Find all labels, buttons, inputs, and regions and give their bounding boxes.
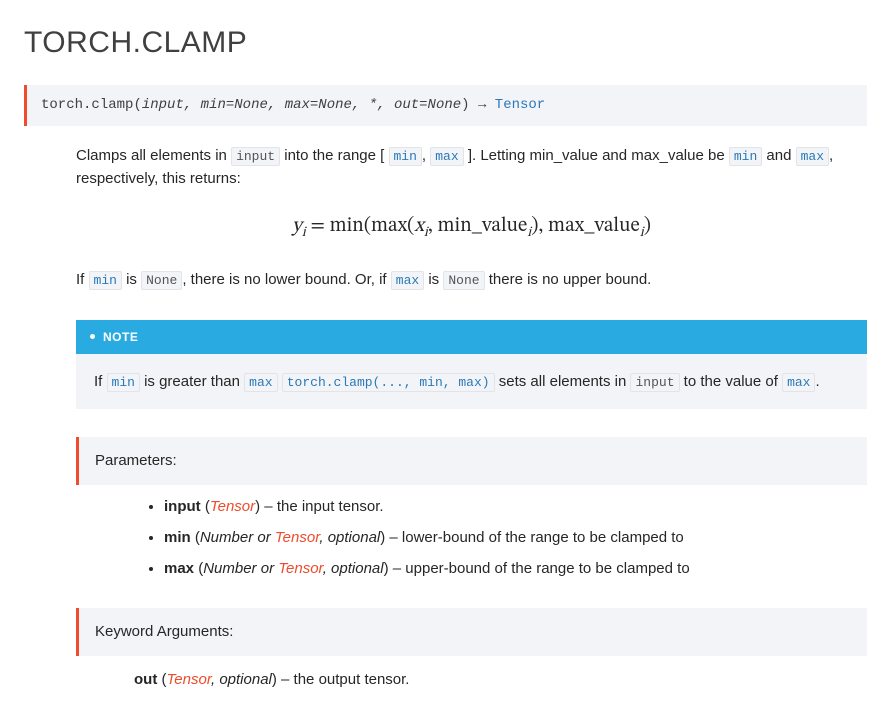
sig-arg-input: input	[142, 97, 184, 113]
param-item-input: input (Tensor) – the input tensor.	[164, 495, 867, 518]
kwargs-label: Keyword Arguments:	[95, 623, 233, 640]
sig-arg-min: min=None	[201, 97, 268, 113]
text: , there is no lower bound. Or, if	[182, 271, 390, 288]
sig-star: *	[369, 97, 377, 113]
paren: (	[191, 529, 200, 546]
param-name: out	[134, 671, 157, 688]
paren: (	[201, 498, 210, 515]
sig-paren-close: )	[461, 97, 469, 113]
paren: (	[157, 671, 166, 688]
param-type-text: , optional	[323, 560, 384, 577]
param-desc: – upper-bound of the range to be clamped…	[389, 560, 690, 577]
text: into the range	[280, 147, 380, 164]
range-lb: [	[380, 147, 388, 164]
param-type-text: Number or	[200, 529, 275, 546]
formula-eq: = min(max(	[306, 216, 415, 236]
paren: (	[194, 560, 203, 577]
parameters-label: Parameters:	[95, 452, 177, 469]
sig-func: clamp	[91, 97, 133, 113]
formula-y: y	[292, 216, 302, 236]
range-comma: ,	[422, 147, 430, 164]
sig-sep: ,	[377, 97, 394, 113]
sig-sep: ,	[268, 97, 285, 113]
text: sets all elements in	[495, 373, 631, 390]
bullet-icon	[90, 334, 95, 339]
code-min: min	[89, 271, 122, 290]
code-min: min	[107, 373, 140, 392]
param-type-text: , optional	[211, 671, 272, 688]
formula-close: )	[644, 216, 651, 236]
param-type-link[interactable]: Tensor	[210, 498, 255, 515]
code-max: max	[796, 147, 829, 166]
page-title: TORCH.CLAMP	[24, 20, 867, 67]
text: there is no upper bound.	[485, 271, 652, 288]
function-signature: torch.clamp(input, min=None, max=None, *…	[24, 85, 867, 127]
code-none: None	[141, 271, 182, 290]
note-label: NOTE	[103, 328, 138, 347]
param-name: min	[164, 529, 191, 546]
text: If	[94, 373, 107, 390]
param-desc: – the output tensor.	[277, 671, 410, 688]
sig-return-type-link[interactable]: Tensor	[495, 97, 545, 113]
code-max: max	[391, 271, 424, 290]
param-desc: – lower-bound of the range to be clamped…	[385, 529, 684, 546]
sig-paren-open: (	[133, 97, 141, 113]
text: . Letting min_value and max_value be	[472, 147, 729, 164]
code-max: max	[430, 147, 463, 166]
param-item-min: min (Number or Tensor, optional) – lower…	[164, 526, 867, 549]
param-type-link[interactable]: Tensor	[278, 560, 322, 577]
parameters-header: Parameters:	[76, 437, 867, 484]
code-max: max	[244, 373, 277, 392]
formula-maxval: ), max_value	[531, 216, 639, 236]
code-input: input	[231, 147, 280, 166]
sig-arrow: →	[470, 97, 495, 113]
code-max: max	[782, 373, 815, 392]
code-min: min	[389, 147, 422, 166]
sig-sep: ,	[184, 97, 201, 113]
text: .	[815, 373, 819, 390]
text: is greater than	[140, 373, 244, 390]
formula-minval: , min_value	[428, 216, 527, 236]
code-none: None	[443, 271, 484, 290]
param-type-text: , optional	[319, 529, 380, 546]
sig-module: torch.	[41, 97, 91, 113]
kwargs-header: Keyword Arguments:	[76, 608, 867, 655]
param-type-link[interactable]: Tensor	[167, 671, 211, 688]
text: Clamps all elements in	[76, 147, 231, 164]
param-desc: – the input tensor.	[260, 498, 383, 515]
text: is	[424, 271, 443, 288]
note-body: If min is greater than max torch.clamp(.…	[76, 354, 867, 409]
param-name: max	[164, 560, 194, 577]
code-min: min	[729, 147, 762, 166]
text: and	[762, 147, 795, 164]
formula-x: x	[414, 216, 424, 236]
math-formula: yi = min(max(xi, min_valuei), max_valuei…	[76, 211, 867, 245]
note-header: NOTE	[76, 320, 867, 355]
code-input: input	[630, 373, 679, 392]
code-call: torch.clamp(..., min, max)	[282, 373, 495, 392]
description-paragraph-2: If min is None, there is no lower bound.…	[76, 268, 867, 291]
parameters-list: input (Tensor) – the input tensor. min (…	[76, 495, 867, 581]
param-item-max: max (Number or Tensor, optional) – upper…	[164, 557, 867, 580]
description-paragraph-1: Clamps all elements in input into the ra…	[76, 144, 867, 191]
range-rb: ]	[464, 147, 472, 164]
sig-arg-out: out=None	[394, 97, 461, 113]
text: to the value of	[680, 373, 783, 390]
param-type-text: Number or	[203, 560, 278, 577]
sig-sep: ,	[352, 97, 369, 113]
param-name: input	[164, 498, 201, 515]
text: is	[122, 271, 141, 288]
text: If	[76, 271, 89, 288]
sig-arg-max: max=None	[285, 97, 352, 113]
kwarg-item-out: out (Tensor, optional) – the output tens…	[134, 668, 867, 691]
param-type-link[interactable]: Tensor	[275, 529, 319, 546]
